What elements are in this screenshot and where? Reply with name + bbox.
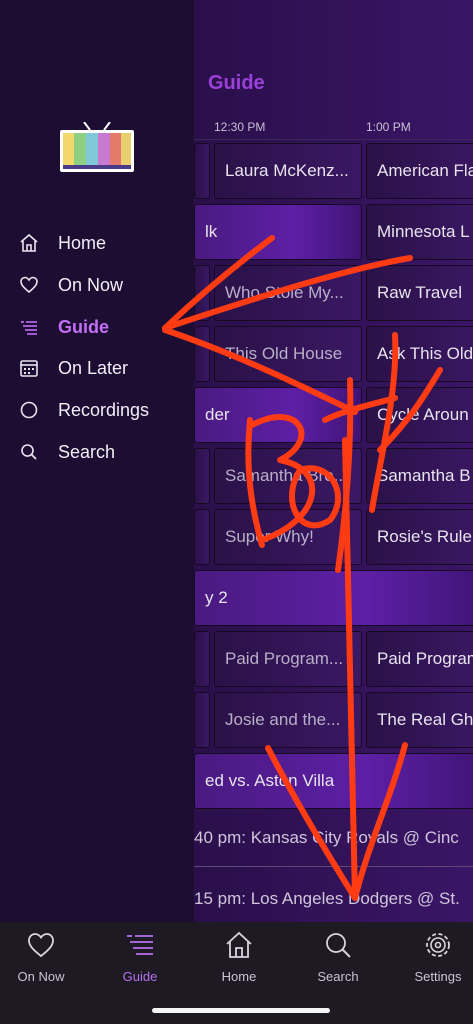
program-cell[interactable]: Who Stole My... (214, 265, 362, 321)
time-label: 1:00 PM (366, 120, 411, 134)
calendar-icon (18, 357, 40, 379)
program-cell[interactable]: Paid Program... (214, 631, 362, 687)
guide-row: ed vs. Aston Villa (194, 753, 473, 813)
program-cell[interactable]: Minnesota L (366, 204, 473, 260)
program-cell[interactable]: This Old House (214, 326, 362, 382)
program-cell[interactable]: Laura McKenz... (214, 143, 362, 199)
drawer-item-search[interactable]: Search (18, 435, 188, 469)
drawer-item-label: Home (58, 232, 107, 253)
guide-row: Josie and the... The Real Gh (194, 692, 473, 752)
tab-label: Settings (414, 969, 462, 984)
program-cell[interactable]: Samantha Bro... (214, 448, 362, 504)
program-cell[interactable]: American Fla (366, 143, 473, 199)
drawer-item-home[interactable]: Home (18, 226, 188, 260)
program-cell[interactable]: Samantha B (366, 448, 473, 504)
tab-settings[interactable]: Settings (393, 930, 473, 990)
home-indicator[interactable] (152, 1008, 330, 1013)
program-cell[interactable] (194, 631, 210, 687)
tab-label: Guide (122, 969, 158, 984)
list-icon (127, 935, 153, 955)
guide-row: Super Why! Rosie's Rule (194, 509, 473, 569)
circle-icon (18, 399, 40, 421)
tab-guide[interactable]: Guide (95, 930, 185, 990)
search-icon (326, 933, 351, 958)
gear-icon (426, 933, 450, 957)
program-cell[interactable] (194, 326, 210, 382)
program-cell[interactable]: Raw Travel (366, 265, 473, 321)
program-cell[interactable] (194, 265, 210, 321)
program-cell[interactable]: Cycle Aroun (366, 387, 473, 443)
program-cell[interactable]: Super Why! (214, 509, 362, 565)
tab-label: Home (221, 969, 257, 984)
list-icon (18, 316, 40, 338)
side-drawer: Home On Now Guide On Later Recordings Se… (0, 0, 194, 922)
tab-home[interactable]: Home (194, 930, 284, 990)
program-cell[interactable]: The Real Gh (366, 692, 473, 748)
program-cell[interactable] (194, 143, 210, 199)
program-cell[interactable]: Rosie's Rule (366, 509, 473, 565)
tab-label: On Now (17, 969, 65, 984)
drawer-item-on-now[interactable]: On Now (18, 268, 188, 302)
program-cell[interactable]: ed vs. Aston Villa (194, 753, 473, 809)
guide-row: This Old House Ask This Old (194, 326, 473, 386)
program-cell[interactable]: Josie and the... (214, 692, 362, 748)
heart-icon (18, 274, 40, 296)
guide-row: der Cycle Aroun (194, 387, 473, 447)
program-cell[interactable]: der (194, 387, 362, 443)
time-header: 12:30 PM 1:00 PM (194, 112, 473, 140)
program-cell[interactable]: y 2 (194, 570, 473, 626)
tab-on-now[interactable]: On Now (0, 930, 86, 990)
guide-row: lk Minnesota L (194, 204, 473, 264)
drawer-item-on-later[interactable]: On Later (18, 351, 188, 385)
home-icon (226, 931, 252, 958)
sub-program[interactable]: 15 pm: Los Angeles Dodgers @ St. (194, 889, 473, 909)
search-icon (18, 441, 40, 463)
drawer-item-label: Guide (58, 316, 110, 337)
program-cell[interactable] (194, 692, 210, 748)
heart-icon (28, 933, 54, 958)
program-cell[interactable]: Paid Program (366, 631, 473, 687)
drawer-item-label: On Now (58, 274, 124, 295)
tab-label: Search (317, 969, 359, 984)
drawer-item-label: On Later (58, 357, 129, 378)
guide-row: Paid Program... Paid Program (194, 631, 473, 691)
drawer-item-label: Search (58, 441, 116, 462)
drawer-item-recordings[interactable]: Recordings (18, 393, 188, 427)
drawer-item-label: Recordings (58, 399, 150, 420)
guide-row: y 2 (194, 570, 473, 630)
tv-logo-icon (60, 122, 134, 172)
sub-program[interactable]: 40 pm: Kansas City Royals @ Cinc (194, 828, 473, 848)
program-cell[interactable] (194, 448, 210, 504)
guide-row: Samantha Bro... Samantha B (194, 448, 473, 508)
program-cell[interactable] (194, 509, 210, 565)
program-cell[interactable]: lk (194, 204, 362, 260)
program-cell[interactable]: Ask This Old (366, 326, 473, 382)
drawer-item-guide[interactable]: Guide (18, 310, 188, 344)
tab-search[interactable]: Search (293, 930, 383, 990)
home-icon (18, 232, 40, 254)
time-label: 12:30 PM (214, 120, 266, 134)
divider (194, 866, 473, 867)
guide-row: Who Stole My... Raw Travel (194, 265, 473, 325)
guide-title: Guide (208, 72, 265, 94)
guide-row: Laura McKenz... American Fla (194, 143, 473, 203)
